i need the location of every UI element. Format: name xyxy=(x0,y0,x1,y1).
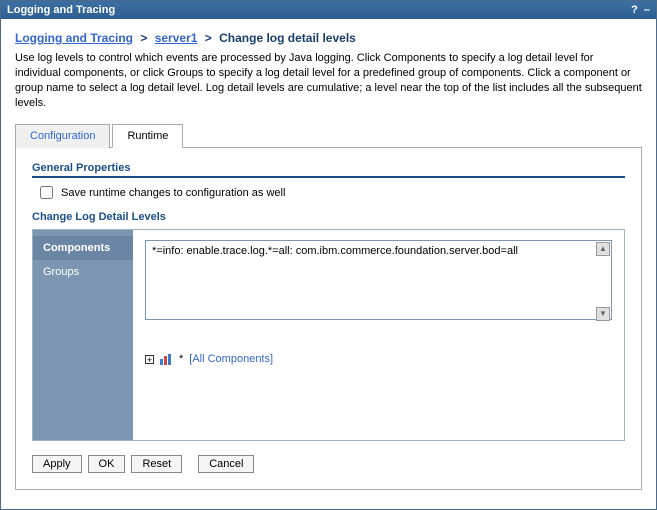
cancel-button[interactable]: Cancel xyxy=(198,455,254,473)
window-frame: Logging and Tracing ? – Logging and Trac… xyxy=(0,0,657,510)
scroll-down-icon[interactable]: ▼ xyxy=(596,307,610,321)
minimize-icon[interactable]: – xyxy=(644,4,650,16)
tab-body-runtime: General Properties Save runtime changes … xyxy=(15,148,642,490)
component-icon xyxy=(160,354,173,365)
save-runtime-checkbox[interactable] xyxy=(40,186,53,199)
tree-star-label: * xyxy=(179,353,183,365)
section-change-log-detail: Change Log Detail Levels xyxy=(32,211,625,223)
reset-button[interactable]: Reset xyxy=(131,455,182,473)
detail-side-nav: Components Groups xyxy=(33,230,133,440)
content-area: Logging and Tracing > server1 > Change l… xyxy=(1,19,656,509)
page-description: Use log levels to control which events a… xyxy=(15,51,642,110)
scroll-up-icon[interactable]: ▲ xyxy=(596,242,610,256)
tab-configuration[interactable]: Configuration xyxy=(15,124,110,148)
sidenav-item-components[interactable]: Components xyxy=(33,236,133,260)
breadcrumb-sep: > xyxy=(136,31,151,45)
apply-button[interactable]: Apply xyxy=(32,455,82,473)
detail-main: ▲ ▼ + * xyxy=(133,230,624,440)
sidenav-item-groups[interactable]: Groups xyxy=(33,260,133,284)
component-tree-root: + * [All Components] xyxy=(145,353,612,365)
tab-runtime[interactable]: Runtime xyxy=(112,124,183,148)
section-general-properties: General Properties xyxy=(32,162,625,178)
tree-all-components-link[interactable]: [All Components] xyxy=(189,353,273,365)
tab-strip: Configuration Runtime xyxy=(15,124,642,148)
expand-icon[interactable]: + xyxy=(145,355,154,364)
save-runtime-label: Save runtime changes to configuration as… xyxy=(61,187,285,199)
breadcrumb-root-link[interactable]: Logging and Tracing xyxy=(15,31,133,45)
window-title: Logging and Tracing xyxy=(7,4,115,16)
breadcrumb-sep: > xyxy=(201,31,216,45)
detail-panel: Components Groups ▲ ▼ + xyxy=(32,229,625,441)
breadcrumb-current: Change log detail levels xyxy=(219,31,356,45)
titlebar: Logging and Tracing ? – xyxy=(1,1,656,19)
ok-button[interactable]: OK xyxy=(88,455,126,473)
trace-spec-textarea[interactable] xyxy=(145,240,612,320)
button-row: Apply OK Reset Cancel xyxy=(32,455,625,473)
help-icon[interactable]: ? xyxy=(631,4,638,16)
breadcrumb: Logging and Tracing > server1 > Change l… xyxy=(15,31,642,45)
breadcrumb-server-link[interactable]: server1 xyxy=(155,31,198,45)
